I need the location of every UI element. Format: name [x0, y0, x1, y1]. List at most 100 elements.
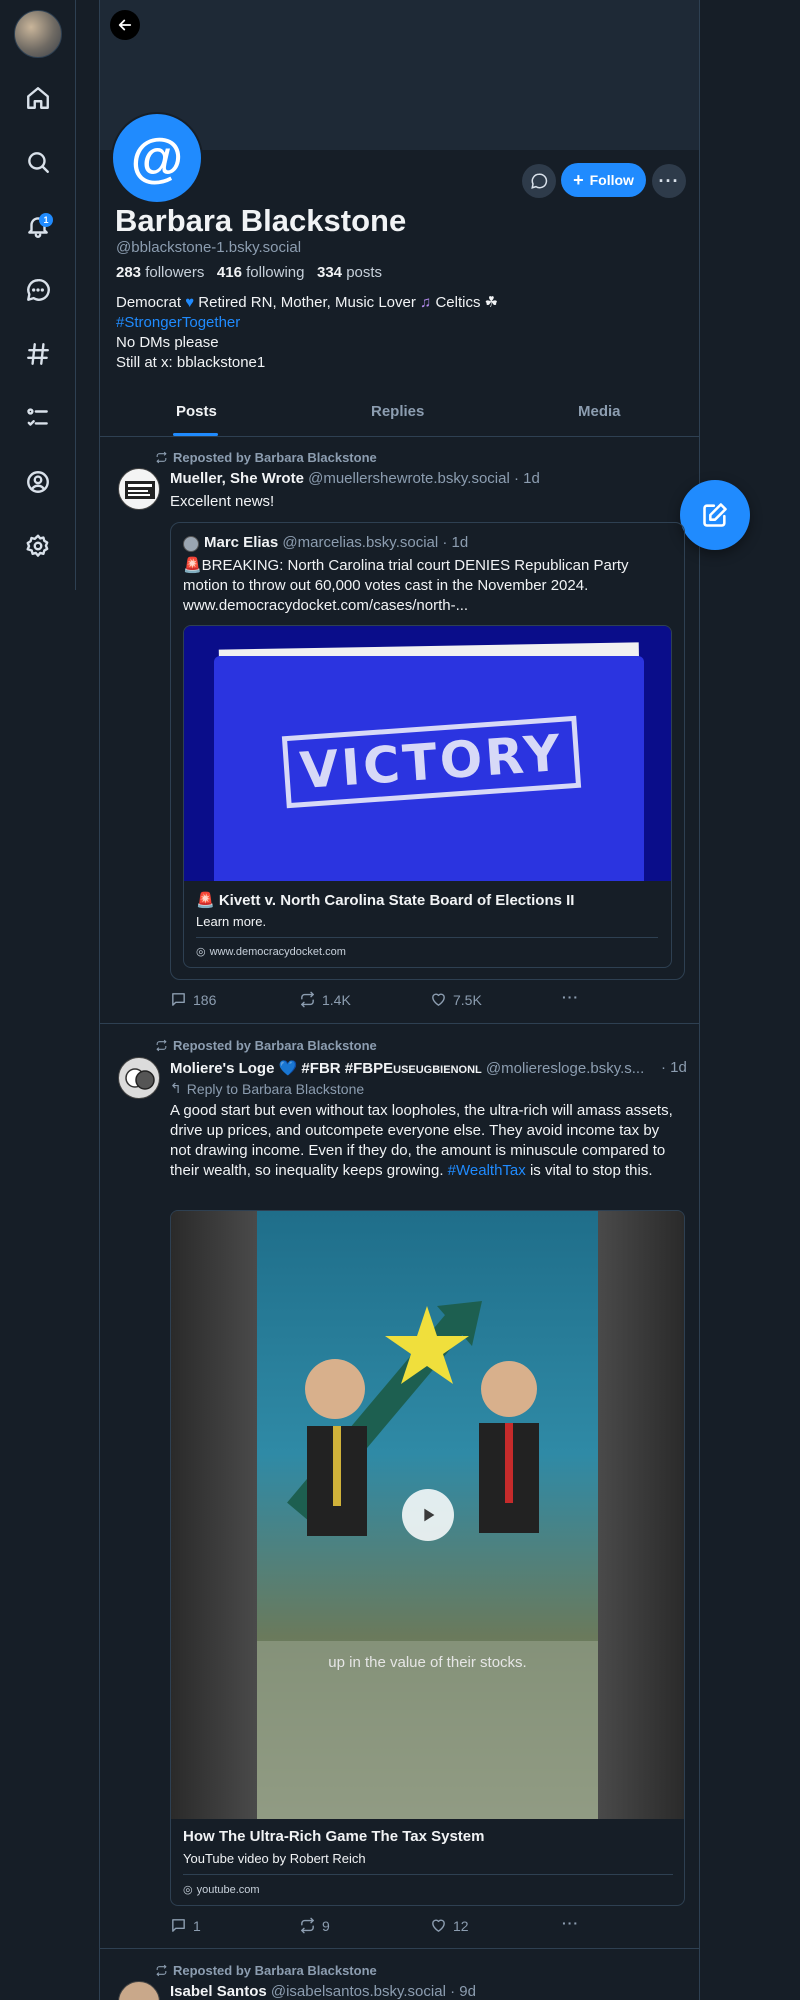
link-card-title: How The Ultra-Rich Game The Tax System: [183, 1828, 485, 1845]
comment-icon: [172, 993, 185, 1006]
link-card-description: Learn more.: [196, 914, 267, 929]
follow-button[interactable]: + Follow: [561, 163, 646, 197]
bio-text: Celtics ☘: [435, 294, 499, 311]
card-divider: [196, 937, 658, 938]
avatar-at-glyph: @: [130, 128, 184, 188]
my-avatar[interactable]: [14, 10, 62, 58]
reply-to-indicator[interactable]: ↰ Reply to Barbara Blackstone: [170, 1080, 364, 1097]
compose-icon: [703, 503, 727, 527]
repost-indicator[interactable]: Reposted by Barbara Blackstone: [155, 1963, 377, 1978]
following-link[interactable]: 416 following: [217, 264, 305, 281]
bio-text: Democrat: [116, 294, 182, 311]
tab-replies[interactable]: Replies: [371, 403, 424, 420]
repost-icon: [301, 991, 314, 1008]
repost-icon: [156, 1039, 167, 1052]
post-more-button[interactable]: ···: [562, 1915, 579, 1931]
hash-icon[interactable]: [22, 338, 54, 370]
posts-count: 334 posts: [317, 264, 383, 281]
repost-button[interactable]: 1.4K: [299, 991, 351, 1008]
music-notes-icon: ♫: [420, 294, 432, 311]
profile-stats: 283 followers 416 following 334 posts: [116, 264, 382, 281]
tab-posts[interactable]: Posts: [176, 403, 217, 420]
post-author-line: Moliere's Loge 💙 #FBR #FBPEUSEUGBIENONL …: [170, 1059, 644, 1077]
play-icon[interactable]: [402, 1489, 454, 1541]
video-thumbnail[interactable]: up in the value of their stocks.: [171, 1211, 684, 1819]
card-divider: [183, 1874, 673, 1875]
author-handle[interactable]: @molieresloge.bsky.s...: [486, 1060, 644, 1077]
list-icon[interactable]: [22, 402, 54, 434]
profile-icon[interactable]: [22, 466, 54, 498]
video-caption: up in the value of their stocks.: [328, 1654, 527, 1671]
plus-icon: +: [573, 170, 584, 190]
back-button[interactable]: [110, 10, 140, 40]
logo-icon: [125, 481, 155, 499]
post-author-avatar[interactable]: [118, 1057, 160, 1099]
link-card-domain: ◎ youtube.com: [183, 1883, 260, 1897]
post-author-avatar[interactable]: [118, 468, 160, 510]
author-name[interactable]: Moliere's Loge 💙 #FBR #FBPE: [170, 1060, 393, 1077]
post-more-button[interactable]: ···: [562, 989, 579, 1005]
author-name[interactable]: Isabel Santos: [170, 1983, 267, 2000]
bio-text: Retired RN, Mother, Music Lover: [198, 294, 416, 311]
quote-author-handle[interactable]: @marcelias.bsky.social · 1d: [282, 534, 468, 551]
search-icon[interactable]: [22, 146, 54, 178]
post-author-line: Isabel Santos @isabelsantos.bsky.social …: [170, 1983, 476, 2000]
repost-icon: [156, 1964, 167, 1977]
profile-bio: Democrat ♥ Retired RN, Mother, Music Lov…: [116, 293, 676, 373]
repost-icon: [301, 1917, 314, 1934]
bio-hashtag[interactable]: #StrongerTogether: [116, 313, 676, 333]
repost-indicator[interactable]: Reposted by Barbara Blackstone: [155, 450, 377, 465]
quote-text: 🚨BREAKING: North Carolina trial court DE…: [183, 557, 629, 614]
ellipsis-icon: ···: [658, 170, 680, 191]
notifications-badge: 1: [39, 213, 53, 227]
heart-icon: [432, 1919, 445, 1932]
tab-media[interactable]: Media: [578, 403, 621, 420]
post-text: Excellent news!: [170, 493, 275, 510]
quote-author-name[interactable]: Marc Elias: [204, 534, 278, 551]
profile-handle: @bblackstone-1.bsky.social: [116, 239, 302, 256]
comment-icon: [172, 1919, 185, 1932]
follow-label: Follow: [589, 172, 634, 188]
bio-text: No DMs please: [116, 334, 219, 351]
like-button[interactable]: 7.5K: [430, 991, 482, 1008]
link-card-description: YouTube video by Robert Reich: [183, 1851, 366, 1866]
active-tab-indicator: [173, 433, 218, 436]
left-nav-rail: 1: [0, 0, 76, 590]
repost-indicator[interactable]: Reposted by Barbara Blackstone: [155, 1038, 377, 1053]
post-divider: [100, 1023, 699, 1024]
repost-icon: [156, 451, 167, 464]
globe-icon: ◎: [183, 1884, 193, 1896]
reply-arrow-icon: ↰: [170, 1080, 182, 1096]
reply-button[interactable]: 1: [170, 1917, 201, 1934]
message-button[interactable]: [522, 164, 556, 198]
home-icon[interactable]: [22, 82, 54, 114]
quote-author-avatar: [183, 536, 199, 552]
post-time: · 1d: [661, 1059, 687, 1076]
post-hashtag[interactable]: #WealthTax: [448, 1162, 526, 1179]
victory-stamp-text: VICTORY: [298, 723, 565, 801]
gear-icon[interactable]: [22, 530, 54, 562]
compose-button[interactable]: [680, 480, 750, 550]
followers-link[interactable]: 283 followers: [116, 264, 204, 281]
reply-button[interactable]: 186: [170, 991, 216, 1008]
author-name[interactable]: Mueller, She Wrote: [170, 470, 304, 487]
heart-icon: [432, 993, 445, 1006]
post-divider: [100, 1948, 699, 1949]
bio-text: Still at x: bblackstone1: [116, 354, 266, 371]
link-card-title: 🚨 Kivett v. North Carolina State Board o…: [196, 892, 575, 909]
globe-icon: ◎: [196, 946, 206, 958]
more-options-button[interactable]: ···: [652, 164, 686, 198]
repost-button[interactable]: 9: [299, 1917, 330, 1934]
link-card-domain: ◎ www.democracydocket.com: [196, 945, 346, 959]
profile-avatar[interactable]: @: [111, 112, 203, 204]
arrow-left-icon: [118, 19, 132, 31]
author-handle[interactable]: @muellershewrote.bsky.social · 1d: [308, 470, 540, 487]
post-author-line: Mueller, She Wrote @muellershewrote.bsky…: [170, 470, 540, 487]
chat-icon[interactable]: [22, 274, 54, 306]
author-handle[interactable]: @isabelsantos.bsky.social · 9d: [271, 1983, 476, 2000]
like-button[interactable]: 12: [430, 1917, 469, 1934]
blue-heart-icon: ♥: [185, 294, 195, 311]
quote-author-line: Marc Elias @marcelias.bsky.social · 1d: [204, 534, 468, 551]
mask-icon: [125, 1068, 155, 1090]
link-preview-image: VICTORY: [184, 626, 671, 881]
